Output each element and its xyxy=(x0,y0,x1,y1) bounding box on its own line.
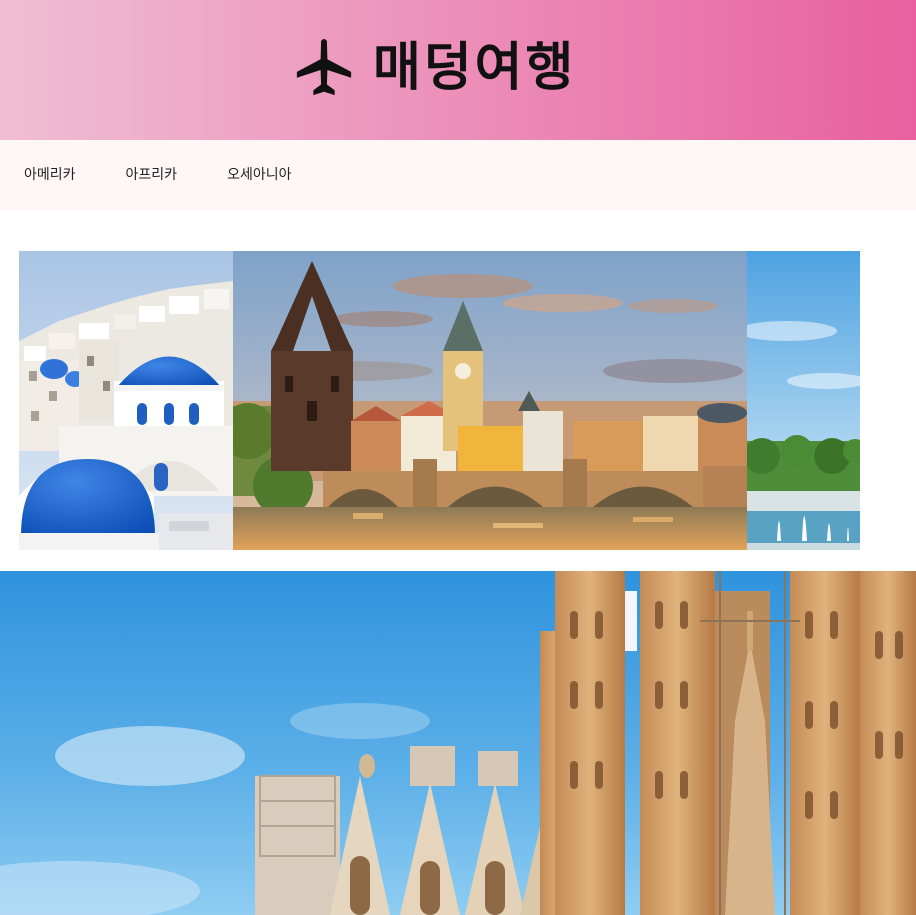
hero-banner xyxy=(0,571,916,915)
hero-image-sagrada-familia xyxy=(0,571,916,915)
site-title: 매덩여행 xyxy=(373,38,577,98)
nav-item-america[interactable]: 아메리카 xyxy=(24,168,76,182)
nav-item-oceania[interactable]: 오세아니아 xyxy=(227,168,291,182)
site-logo[interactable]: 매덩여행 xyxy=(293,32,576,104)
slide-fountain-image xyxy=(747,251,860,550)
site-header: 매덩여행 xyxy=(0,0,916,140)
slide-prague-image xyxy=(233,251,747,550)
image-slider[interactable] xyxy=(19,251,860,550)
airplane-icon xyxy=(296,38,352,96)
slide-santorini-image xyxy=(19,251,233,550)
main-nav: 아메리카 아프리카 오세아니아 xyxy=(0,140,916,210)
nav-item-africa[interactable]: 아프리카 xyxy=(126,168,178,182)
